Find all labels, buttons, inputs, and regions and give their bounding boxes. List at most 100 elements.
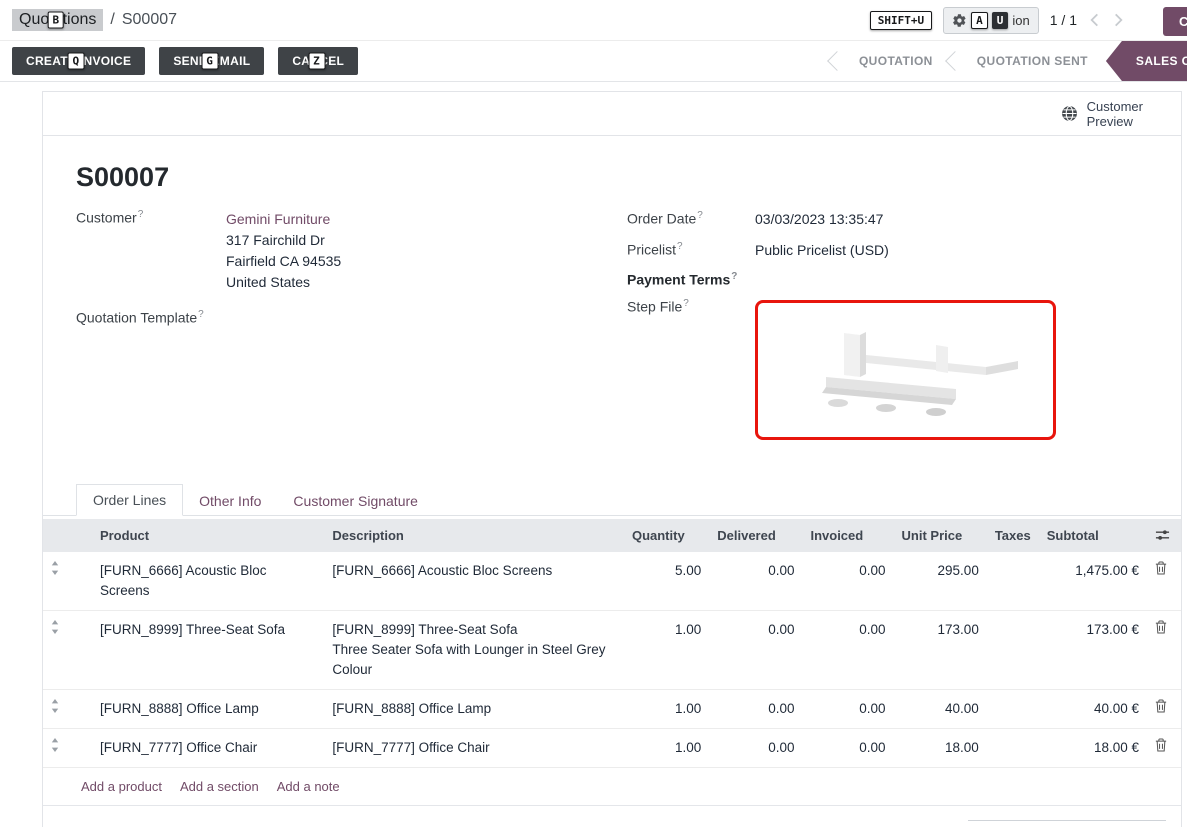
control-panel: CREATE INVOICE Q SEND EMAIL G CANCEL Z Q… bbox=[0, 41, 1187, 82]
cell-delivered[interactable]: 0.00 bbox=[709, 610, 802, 689]
customer-preview-button[interactable]: Customer Preview bbox=[1061, 99, 1143, 129]
cell-product[interactable]: [FURN_6666] Acoustic Bloc Screens bbox=[92, 552, 324, 611]
cell-description[interactable]: [FURN_8999] Three-Seat SofaThree Seater … bbox=[324, 610, 624, 689]
notebook-tabs: Order Lines Other Info Customer Signatur… bbox=[43, 484, 1181, 516]
tab-customer-signature[interactable]: Customer Signature bbox=[277, 486, 434, 516]
cell-unit-price[interactable]: 295.00 bbox=[894, 552, 987, 611]
cell-unit-price[interactable]: 40.00 bbox=[894, 689, 987, 728]
order-lines-table: Product Description Quantity Delivered I… bbox=[43, 519, 1181, 768]
cell-description[interactable]: [FURN_7777] Office Chair bbox=[324, 728, 624, 767]
customer-value[interactable]: Gemini Furniture 317 Fairchild Dr Fairfi… bbox=[226, 209, 341, 293]
drag-handle-icon[interactable] bbox=[43, 552, 92, 611]
terms-placeholder[interactable]: Terms and conditions... bbox=[76, 820, 220, 827]
breadcrumb-record: S00007 bbox=[122, 11, 177, 29]
pager-counter[interactable]: 1 / 1 bbox=[1050, 12, 1077, 28]
field-step-file: Step File? bbox=[627, 298, 1148, 440]
cell-description[interactable]: [FURN_8888] Office Lamp bbox=[324, 689, 624, 728]
header-taxes: Taxes bbox=[987, 519, 1039, 552]
header-unit-price: Unit Price bbox=[894, 519, 987, 552]
cell-quantity[interactable]: 1.00 bbox=[624, 689, 709, 728]
action-menu-label: ion bbox=[1012, 13, 1029, 28]
gear-icon bbox=[952, 13, 967, 28]
delete-row-icon[interactable] bbox=[1147, 552, 1181, 611]
add-section-link[interactable]: Add a section bbox=[180, 779, 259, 794]
hint-badge-q: Q bbox=[68, 53, 85, 70]
cancel-button[interactable]: CANCEL Z bbox=[278, 47, 358, 75]
record-title: S00007 bbox=[43, 136, 1181, 193]
field-quotation-template: Quotation Template? bbox=[76, 309, 612, 326]
action-menu-button[interactable]: A U ion bbox=[943, 7, 1039, 34]
customer-label: Customer? bbox=[76, 209, 226, 226]
tab-order-lines[interactable]: Order Lines bbox=[76, 484, 183, 516]
table-header-row: Product Description Quantity Delivered I… bbox=[43, 519, 1181, 552]
cell-product[interactable]: [FURN_8999] Three-Seat Sofa bbox=[92, 610, 324, 689]
cell-quantity[interactable]: 5.00 bbox=[624, 552, 709, 611]
cell-description[interactable]: [FURN_6666] Acoustic Bloc Screens bbox=[324, 552, 624, 611]
table-row: [FURN_8999] Three-Seat Sofa [FURN_8999] … bbox=[43, 610, 1181, 689]
header-subtotal: Subtotal bbox=[1039, 519, 1147, 552]
pricelist-value[interactable]: Public Pricelist (USD) bbox=[755, 240, 889, 261]
cell-taxes[interactable] bbox=[987, 610, 1039, 689]
statusbar-step-quotation-sent[interactable]: QUOTATION SENT bbox=[959, 41, 1106, 81]
cell-delivered[interactable]: 0.00 bbox=[709, 728, 802, 767]
header-description: Description bbox=[324, 519, 624, 552]
shortcut-badge: SHIFT+U bbox=[870, 11, 932, 30]
cell-subtotal: 40.00 € bbox=[1039, 689, 1147, 728]
cell-invoiced[interactable]: 0.00 bbox=[802, 552, 893, 611]
customer-address-line3: United States bbox=[226, 272, 341, 293]
topbar-right-controls: SHIFT+U A U ion 1 / 1 bbox=[870, 7, 1187, 34]
optional-columns-icon[interactable] bbox=[1147, 519, 1181, 552]
order-date-label: Order Date? bbox=[627, 210, 755, 227]
cell-delivered[interactable]: 0.00 bbox=[709, 552, 802, 611]
header-handle bbox=[43, 519, 92, 552]
cell-delivered[interactable]: 0.00 bbox=[709, 689, 802, 728]
drag-handle-icon[interactable] bbox=[43, 689, 92, 728]
statusbar-step-quotation[interactable]: QUOTATION bbox=[841, 41, 951, 81]
payment-terms-label: Payment Terms? bbox=[627, 271, 755, 288]
delete-row-icon[interactable] bbox=[1147, 610, 1181, 689]
help-icon: ? bbox=[677, 241, 683, 252]
table-row: [FURN_7777] Office Chair [FURN_7777] Off… bbox=[43, 728, 1181, 767]
step-file-label: Step File? bbox=[627, 298, 755, 315]
cell-subtotal: 18.00 € bbox=[1039, 728, 1147, 767]
add-product-link[interactable]: Add a product bbox=[81, 779, 162, 794]
cell-product[interactable]: [FURN_7777] Office Chair bbox=[92, 728, 324, 767]
cell-invoiced[interactable]: 0.00 bbox=[802, 728, 893, 767]
cell-unit-price[interactable]: 18.00 bbox=[894, 728, 987, 767]
pager-previous-icon[interactable] bbox=[1088, 13, 1101, 27]
breadcrumb-quotations[interactable]: Quotations B bbox=[12, 9, 103, 31]
field-payment-terms: Payment Terms? bbox=[627, 271, 1148, 288]
quotation-template-label: Quotation Template? bbox=[76, 309, 226, 326]
sheet-footer: Terms and conditions... Total: 1,706.00 … bbox=[43, 806, 1181, 827]
hint-badge-z: Z bbox=[308, 53, 325, 70]
customer-link[interactable]: Gemini Furniture bbox=[226, 209, 341, 230]
totals-block: Total: 1,706.00 € bbox=[968, 820, 1166, 827]
pager-next-icon[interactable] bbox=[1112, 13, 1125, 27]
order-date-value[interactable]: 03/03/2023 13:35:47 bbox=[755, 209, 883, 230]
cell-unit-price[interactable]: 173.00 bbox=[894, 610, 987, 689]
cell-taxes[interactable] bbox=[987, 728, 1039, 767]
cell-taxes[interactable] bbox=[987, 552, 1039, 611]
cell-invoiced[interactable]: 0.00 bbox=[802, 689, 893, 728]
header-delivered: Delivered bbox=[709, 519, 802, 552]
step-file-image[interactable] bbox=[755, 300, 1056, 440]
header-product: Product bbox=[92, 519, 324, 552]
delete-row-icon[interactable] bbox=[1147, 728, 1181, 767]
cell-quantity[interactable]: 1.00 bbox=[624, 610, 709, 689]
cell-taxes[interactable] bbox=[987, 689, 1039, 728]
field-customer: Customer? Gemini Furniture 317 Fairchild… bbox=[76, 209, 612, 293]
field-order-date: Order Date? 03/03/2023 13:35:47 bbox=[627, 209, 1148, 230]
send-email-button[interactable]: SEND EMAIL G bbox=[159, 47, 264, 75]
tab-other-info[interactable]: Other Info bbox=[183, 486, 277, 516]
delete-row-icon[interactable] bbox=[1147, 689, 1181, 728]
add-note-link[interactable]: Add a note bbox=[277, 779, 340, 794]
statusbar-step-sales-order[interactable]: SALES ORDER bbox=[1106, 41, 1187, 81]
cell-invoiced[interactable]: 0.00 bbox=[802, 610, 893, 689]
cell-quantity[interactable]: 1.00 bbox=[624, 728, 709, 767]
cell-product[interactable]: [FURN_8888] Office Lamp bbox=[92, 689, 324, 728]
drag-handle-icon[interactable] bbox=[43, 728, 92, 767]
create-invoice-button[interactable]: CREATE INVOICE Q bbox=[12, 47, 145, 75]
create-button[interactable]: Create bbox=[1163, 7, 1187, 36]
line-actions: Add a product Add a section Add a note bbox=[43, 768, 1181, 806]
drag-handle-icon[interactable] bbox=[43, 610, 92, 689]
